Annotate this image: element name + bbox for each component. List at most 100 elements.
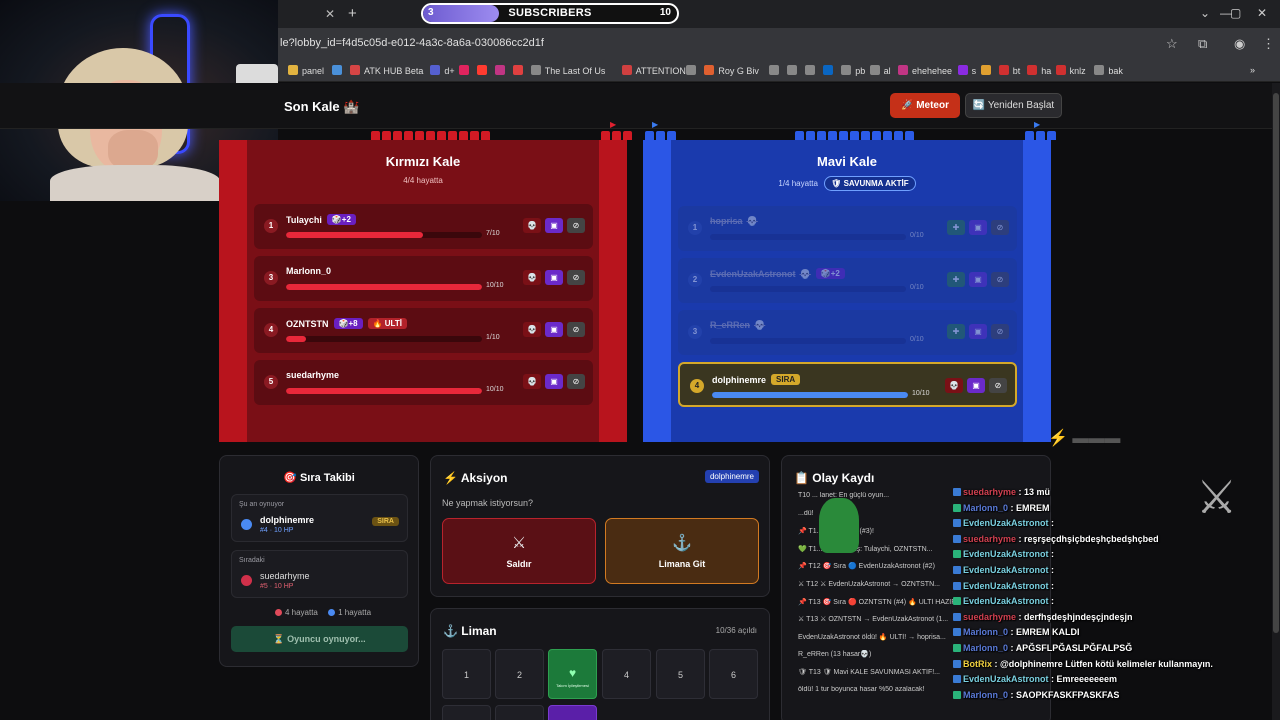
chat-message: suedarhyme : derfhşdeşhjndeşçjndeşjn [953,612,1133,626]
waiting-button[interactable]: ⏳ Oyuncu oynuyor... [231,626,408,652]
skull-icon: 💀 [754,320,766,330]
hp-text: 10/10 [486,386,504,393]
chevron-down-icon[interactable]: ⌄ [1200,6,1210,20]
harbor-cell[interactable] [442,705,491,720]
player-number: 5 [264,375,278,389]
block-icon[interactable]: ⊘ [567,270,585,285]
bookmark-icon [769,65,780,75]
skull-icon[interactable]: 💀 [523,218,541,233]
revive-icon[interactable]: ✚ [947,272,965,287]
bookmark-star-icon[interactable]: ☆ [1166,36,1178,52]
dice-icon[interactable]: ▣ [969,220,987,235]
bookmark-item[interactable]: ehehehee [898,65,952,76]
bookmark-item[interactable] [476,65,491,76]
revive-icon[interactable]: ✚ [947,324,965,339]
dice-icon[interactable]: ▣ [967,378,985,393]
chat-username: Marlonn_0 [963,627,1009,638]
bookmark-label: bt [1012,66,1021,76]
bookmark-item[interactable]: ATK HUB Beta [350,65,423,76]
bookmark-item[interactable]: s [957,65,976,76]
harbor-cell[interactable]: 5 [656,649,705,699]
go-to-harbor-button[interactable]: ⚓ Limana Git [605,518,759,584]
harbor-cell[interactable]: 4 [602,649,651,699]
dice-icon[interactable]: ▣ [969,324,987,339]
scrollbar-thumb[interactable] [1273,93,1279,633]
player-name-row: Tulaychi 🎲+2 [286,214,356,225]
heal-label: Takım İyileştirmesi [556,683,589,688]
block-icon[interactable]: ⊘ [989,378,1007,393]
bookmark-icon [494,65,505,75]
block-icon[interactable]: ⊘ [567,218,585,233]
bookmark-item[interactable] [512,65,527,76]
skull-icon[interactable]: 💀 [523,374,541,389]
bookmark-item[interactable] [458,65,473,76]
bookmark-item[interactable]: al [869,65,891,76]
bookmark-item[interactable] [769,65,783,76]
harbor-cell-heal[interactable]: ♥ Takım İyileştirmesi [548,649,597,699]
bookmark-item[interactable]: Roy G Biv [704,65,759,76]
tab-close-icon[interactable]: ✕ [322,6,338,22]
skull-icon[interactable]: 💀 [945,378,963,393]
meteor-button[interactable]: 🚀 Meteor [890,93,960,118]
profile-icon[interactable]: ◉ [1234,36,1245,52]
bookmark-item[interactable]: d+ [430,65,455,76]
bookmark-item[interactable] [805,65,819,76]
bookmark-item[interactable]: bt [998,65,1021,76]
bookmark-item[interactable] [787,65,801,76]
extensions-icon[interactable]: ⧉ [1198,36,1207,52]
block-icon[interactable]: ⊘ [991,220,1009,235]
bookmark-item[interactable]: ATTENTION [621,65,686,76]
more-bookmarks-icon[interactable]: » [1250,65,1255,75]
dice-icon[interactable]: ▣ [545,218,563,233]
harbor-cell[interactable] [548,705,597,720]
attack-button[interactable]: ⚔ Saldır [442,518,596,584]
chat-separator: : [1048,518,1055,529]
harbor-cell[interactable]: 6 [709,649,758,699]
close-window-icon[interactable]: ✕ [1257,6,1267,20]
crossed-swords-icon: ⚔ [1196,471,1238,523]
revive-icon[interactable]: ✚ [947,220,965,235]
bookmark-item[interactable]: ha [1027,65,1051,76]
player-number: 1 [264,219,278,233]
dice-icon[interactable]: ▣ [969,272,987,287]
bookmark-item[interactable]: panel [288,65,324,76]
block-icon[interactable]: ⊘ [567,374,585,389]
bookmark-item[interactable] [332,65,346,76]
dice-icon[interactable]: ▣ [545,270,563,285]
harbor-panel: ⚓ Liman 10/36 açıldı 1 2 ♥ Takım İyileştirm… [430,608,770,720]
new-tab-icon[interactable]: + [348,5,357,22]
bookmark-item[interactable] [686,65,700,76]
dice-icon[interactable]: ▣ [545,322,563,337]
harbor-cell[interactable]: 1 [442,649,491,699]
skull-icon[interactable]: 💀 [523,322,541,337]
bookmark-icon [805,65,816,75]
player-name-row: hoprisa 💀 [710,216,758,227]
skull-icon[interactable]: 💀 [523,270,541,285]
menu-icon[interactable]: ⋮ [1262,36,1275,52]
bookmark-item[interactable] [980,65,995,76]
bookmark-item[interactable] [823,65,837,76]
page-scrollbar[interactable] [1272,83,1280,720]
block-icon[interactable]: ⊘ [567,322,585,337]
log-entry: 📌 T12 🎯 Sıra 🔵 EvdenUzakAstronot (#2) [798,563,935,571]
block-icon[interactable]: ⊘ [991,324,1009,339]
block-icon[interactable]: ⊘ [991,272,1009,287]
bookmark-item[interactable]: knlz [1055,65,1086,76]
url-text[interactable]: le?lobby_id=f4d5c05d-e012-4a3c-8a6a-0300… [280,37,544,49]
bookmark-item[interactable]: The Last Of Us [530,65,605,76]
channel-logo: ⚡ ▬▬▬ [1048,430,1121,447]
bookmark-item[interactable] [494,65,509,76]
bookmark-item[interactable]: bak [1094,65,1123,76]
dice-icon[interactable]: ▣ [545,374,563,389]
player-number: 4 [690,379,704,393]
harbor-cell[interactable] [495,705,544,720]
restart-button[interactable]: 🔄 Yeniden Başlat [965,93,1062,118]
browser-urlbar: le?lobby_id=f4d5c05d-e012-4a3c-8a6a-0300… [278,28,1280,60]
current-player-label: Şu an oynuyor [239,501,285,508]
harbor-cell[interactable]: 2 [495,649,544,699]
player-card: 1 hoprisa 💀 0/10 ✚ ▣ ⊘ [678,206,1017,251]
chat-separator: : [1008,643,1016,653]
bookmark-item[interactable]: pb [841,65,865,76]
maximize-icon[interactable]: ▢ [1230,6,1241,20]
red-flag-icon: ▶ [610,120,617,129]
